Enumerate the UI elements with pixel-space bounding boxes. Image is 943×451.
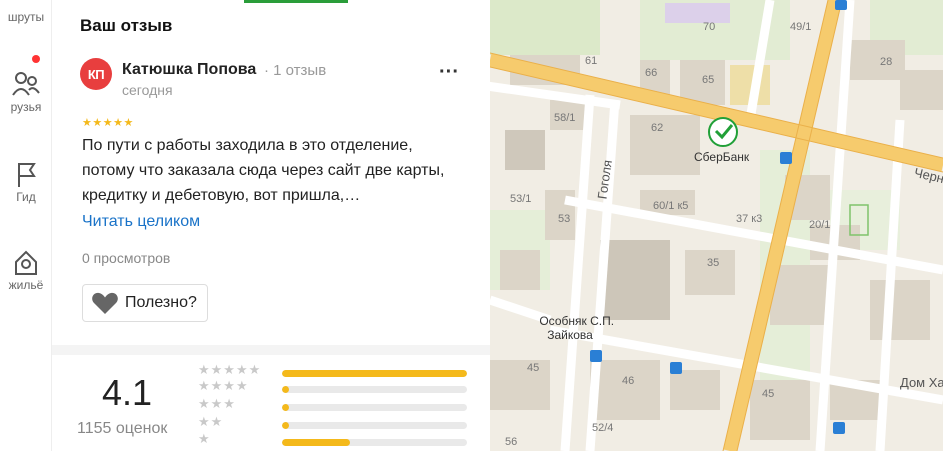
rating-row-bar-fill	[282, 422, 290, 429]
rating-row-bar-fill	[282, 404, 290, 411]
house-number: 70	[703, 21, 716, 33]
section-title: Ваш отзыв	[80, 16, 173, 35]
section-divider	[52, 345, 490, 355]
useful-label: Полезно?	[125, 294, 197, 311]
rating-row-bar	[282, 386, 467, 393]
rating-distribution-row: ★★★	[198, 397, 470, 413]
rating-row-stars: ★★	[198, 414, 224, 429]
avatar[interactable]: КП	[80, 58, 112, 90]
author-review-count: · 1 отзыв	[264, 62, 327, 79]
tab-indicator	[244, 0, 348, 3]
nav-item-housing[interactable]: жильё	[0, 248, 51, 292]
review-text: По пути с работы заходила в это отделени…	[82, 137, 445, 204]
rating-row-bar	[282, 422, 467, 429]
average-rating: 4.1	[102, 372, 153, 413]
notification-dot	[32, 55, 40, 63]
nav-item-friends[interactable]: рузья	[0, 70, 51, 114]
nav-item-label: жильё	[8, 278, 44, 292]
review-date: сегодня	[122, 82, 173, 98]
place-label: Дом Ха	[900, 375, 943, 390]
house-number: 53/1	[510, 193, 532, 205]
nav-item-routes[interactable]: шруты	[0, 0, 51, 24]
rating-row-bar-fill	[282, 386, 290, 393]
rating-distribution-row: ★★	[198, 415, 470, 431]
house-number: 37 к3	[736, 213, 763, 225]
friends-icon	[12, 72, 40, 96]
house-number: 35	[707, 257, 720, 269]
rating-row-stars: ★	[198, 431, 211, 446]
house-number: 56	[505, 436, 518, 448]
house-number: 60/1 к5	[653, 200, 689, 212]
rating-row-stars: ★★★★★	[198, 362, 262, 377]
left-nav: шруты рузья Гид жильё	[0, 0, 52, 451]
views-count: 0 просмотров	[82, 250, 171, 266]
rating-row-bar	[282, 404, 467, 411]
house-number: 46	[622, 375, 635, 387]
review-panel: Ваш отзыв КП Катюшка Попова · 1 отзыв се…	[52, 0, 490, 451]
house-number: 28	[880, 56, 893, 68]
housing-icon	[15, 250, 37, 275]
author-name[interactable]: Катюшка Попова	[122, 61, 256, 79]
house-number: 20/1	[809, 219, 831, 231]
rating-row-stars: ★★★	[198, 396, 236, 411]
house-number: 66	[645, 67, 658, 79]
useful-button[interactable]: Полезно?	[82, 284, 208, 322]
house-number: 49/1	[790, 21, 812, 33]
house-number: 58/1	[554, 112, 576, 124]
house-number: 65	[702, 74, 715, 86]
house-number: 61	[585, 55, 598, 67]
map[interactable]: 70 49/1 61 66 65 28 58/1 62 53/1 60/1 к5…	[490, 0, 943, 451]
rating-row-bar-fill	[282, 439, 351, 446]
ratings-count: 1155 оценок	[77, 420, 168, 437]
flag-icon	[18, 163, 36, 187]
read-more-link[interactable]: Читать целиком	[82, 213, 200, 231]
rating-row-stars: ★★★★	[198, 378, 249, 393]
house-number: 53	[558, 213, 571, 225]
poi-osobnyak-zaykova[interactable]: Особняк С.П. Зайкова	[526, 300, 614, 356]
rating-row-bar	[282, 370, 467, 377]
house-number: 62	[651, 122, 664, 134]
nav-item-label: рузья	[10, 100, 42, 114]
review-rating-stars: ★★★★★	[82, 117, 134, 129]
heart-icon	[92, 292, 118, 314]
house-number: 45	[762, 388, 775, 400]
map-canvas	[490, 0, 943, 451]
house-number: 52/4	[592, 422, 614, 434]
poi-sberbank[interactable]: СберБанк	[694, 150, 749, 164]
nav-item-guide[interactable]: Гид	[0, 160, 51, 204]
house-number: 45	[527, 362, 540, 374]
rating-row-bar-fill	[282, 370, 467, 377]
rating-row-bar	[282, 439, 467, 446]
nav-item-label: Гид	[16, 190, 36, 204]
poi-label: Особняк С.П. Зайкова	[539, 314, 615, 342]
rating-distribution-row: ★	[198, 432, 470, 448]
more-options-button[interactable]: ···	[434, 62, 464, 86]
rating-distribution-row: ★★★★	[198, 379, 470, 395]
nav-item-label: шруты	[7, 10, 45, 24]
